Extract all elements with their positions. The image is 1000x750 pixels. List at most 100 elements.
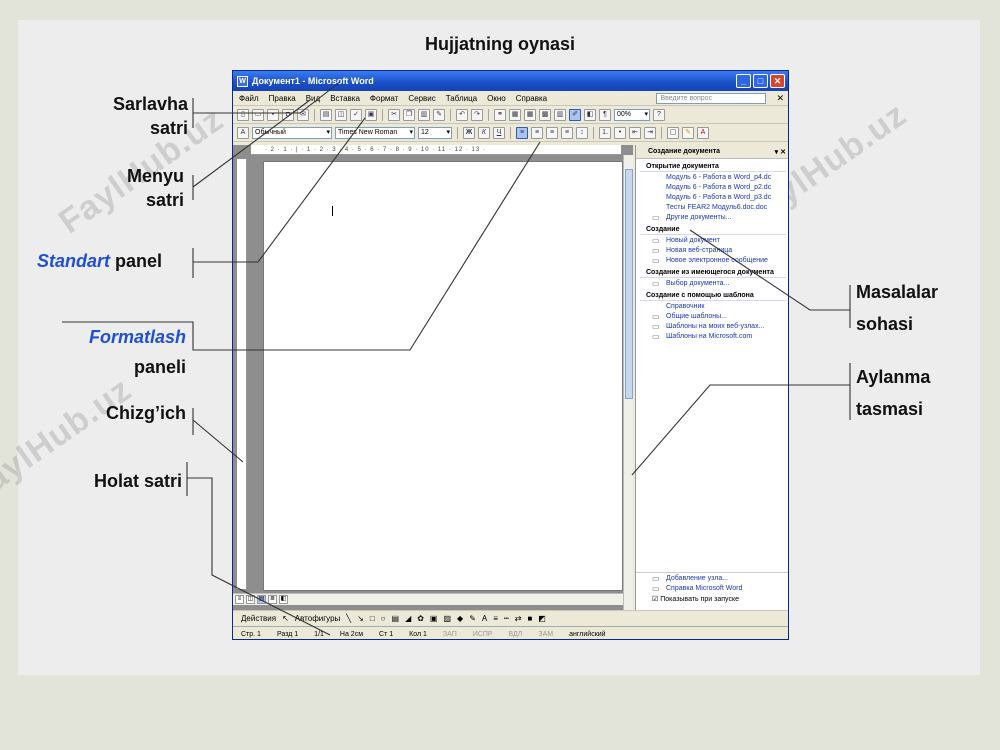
autoshapes-menu[interactable]: Автофигуры — [295, 614, 341, 623]
drawing-icon[interactable]: ✐ — [569, 108, 581, 121]
horizontal-scrollbar[interactable]: ≡ ◫ ▤ ≣ ◧ — [233, 593, 623, 605]
choose-doc-link[interactable]: Выбор документа... — [636, 278, 788, 288]
highlight-icon[interactable]: ✎ — [682, 126, 694, 139]
numbering-icon[interactable]: ⒈ — [599, 126, 611, 139]
tables-borders-icon[interactable]: ▦ — [509, 108, 521, 121]
open-icon[interactable]: ▭ — [252, 108, 264, 121]
wordart-icon[interactable]: ◢ — [405, 614, 411, 623]
bold-icon[interactable]: Ж — [463, 126, 475, 139]
menu-file[interactable]: Файл — [239, 94, 259, 103]
align-right-icon[interactable]: ≡ — [546, 126, 558, 139]
line-color-icon[interactable]: ✎ — [469, 614, 476, 623]
zoom-select[interactable]: 00% — [614, 108, 650, 121]
borders-icon[interactable]: ▢ — [667, 126, 679, 139]
help-icon[interactable]: ? — [653, 108, 665, 121]
increase-indent-icon[interactable]: ⇥ — [644, 126, 656, 139]
status-overtype[interactable]: ЗАМ — [530, 631, 561, 638]
print-preview-icon[interactable]: ◫ — [335, 108, 347, 121]
new-email-link[interactable]: Новое электронное сообщение — [636, 255, 788, 265]
vertical-scrollbar[interactable] — [623, 155, 633, 610]
insert-excel-icon[interactable]: ▩ — [539, 108, 551, 121]
oval-icon[interactable]: ○ — [381, 614, 386, 623]
minimize-button[interactable]: _ — [736, 74, 751, 88]
menu-insert[interactable]: Вставка — [330, 94, 360, 103]
show-hide-icon[interactable]: ¶ — [599, 108, 611, 121]
line-icon[interactable]: ╲ — [346, 614, 351, 623]
fill-color-icon[interactable]: ◆ — [457, 614, 463, 623]
shadow-icon[interactable]: ■ — [527, 614, 532, 623]
new-doc-icon[interactable]: ▯ — [237, 108, 249, 121]
close-button[interactable]: ✕ — [770, 74, 785, 88]
redo-icon[interactable]: ↷ — [471, 108, 483, 121]
menu-help[interactable]: Справка — [516, 94, 547, 103]
menu-table[interactable]: Таблица — [446, 94, 477, 103]
3d-icon[interactable]: ◩ — [538, 614, 546, 623]
pointer-icon[interactable]: ↖ — [282, 614, 289, 623]
picture-icon[interactable]: ▨ — [443, 614, 451, 623]
reading-view-icon[interactable]: ◧ — [279, 595, 288, 604]
italic-icon[interactable]: К — [478, 126, 490, 139]
scroll-thumb[interactable] — [625, 169, 633, 399]
maximize-button[interactable]: □ — [753, 74, 768, 88]
menu-view[interactable]: Вид — [306, 94, 320, 103]
show-at-startup-checkbox[interactable]: ☑ Показывать при запуске — [636, 593, 788, 604]
close-doc-icon[interactable]: ✕ — [776, 93, 784, 104]
clipart-icon[interactable]: ▣ — [430, 614, 438, 623]
status-extend[interactable]: ВДЛ — [501, 631, 531, 638]
font-color-icon[interactable]: A — [697, 126, 709, 139]
template-link[interactable]: Шаблоны на Microsoft.com — [636, 331, 788, 341]
template-link[interactable]: Общие шаблоны... — [636, 311, 788, 321]
document-map-icon[interactable]: ◧ — [584, 108, 596, 121]
underline-icon[interactable]: Ч — [493, 126, 505, 139]
dash-style-icon[interactable]: ┅ — [504, 614, 509, 623]
status-track[interactable]: ИСПР — [465, 631, 501, 638]
recent-doc-link[interactable]: Тесты FEAR2 Модуль6.doc.doc — [636, 202, 788, 212]
menu-window[interactable]: Окно — [487, 94, 506, 103]
line-spacing-icon[interactable]: ↕ — [576, 126, 588, 139]
insert-table-icon[interactable]: ▦ — [524, 108, 536, 121]
arrow-icon[interactable]: ↘ — [357, 614, 364, 623]
document-page[interactable] — [263, 161, 623, 591]
add-site-link[interactable]: Добавление узла... — [636, 573, 788, 583]
draw-actions-menu[interactable]: Действия — [241, 614, 276, 623]
print-icon[interactable]: ▤ — [320, 108, 332, 121]
new-webpage-link[interactable]: Новая веб-страница — [636, 245, 788, 255]
menu-tools[interactable]: Сервис — [408, 94, 435, 103]
align-left-icon[interactable]: ≡ — [516, 126, 528, 139]
format-painter-icon[interactable]: ✎ — [433, 108, 445, 121]
font-select[interactable]: Times New Roman — [335, 126, 415, 139]
rectangle-icon[interactable]: □ — [370, 614, 375, 623]
outline-view-icon[interactable]: ≣ — [268, 595, 277, 604]
font-color-draw-icon[interactable]: A — [482, 614, 487, 623]
template-link[interactable]: Справочник — [636, 301, 788, 311]
recent-doc-link[interactable]: Модуль 6 - Работа в Word_p2.dc — [636, 182, 788, 192]
hyperlink-icon[interactable]: ⚭ — [494, 108, 506, 121]
help-search-input[interactable]: Введите вопрос — [656, 92, 767, 104]
print-layout-icon[interactable]: ▤ — [257, 595, 266, 604]
bullets-icon[interactable]: • — [614, 126, 626, 139]
undo-icon[interactable]: ↶ — [456, 108, 468, 121]
web-view-icon[interactable]: ◫ — [246, 595, 255, 604]
menu-format[interactable]: Формат — [370, 94, 398, 103]
task-pane-close-icon[interactable]: ▾ ✕ — [775, 148, 786, 156]
vertical-ruler[interactable] — [237, 159, 247, 589]
email-icon[interactable]: ✉ — [297, 108, 309, 121]
textbox-icon[interactable]: ▤ — [392, 614, 400, 623]
paste-icon[interactable]: ▥ — [418, 108, 430, 121]
copy-icon[interactable]: ❐ — [403, 108, 415, 121]
new-doc-link[interactable]: Новый документ — [636, 235, 788, 245]
horizontal-ruler[interactable]: · 2 · 1 · | · 1 · 2 · 3 · 4 · 5 · 6 · 7 … — [251, 145, 621, 155]
decrease-indent-icon[interactable]: ⇤ — [629, 126, 641, 139]
template-link[interactable]: Шаблоны на моих веб-узлах... — [636, 321, 788, 331]
style-select[interactable]: Обычный — [252, 126, 332, 139]
styles-icon[interactable]: A — [237, 126, 249, 139]
arrow-style-icon[interactable]: ⇄ — [515, 614, 522, 623]
diagram-icon[interactable]: ✿ — [417, 614, 424, 623]
recent-doc-link[interactable]: Модуль 6 - Работа в Word_p3.dc — [636, 192, 788, 202]
menu-edit[interactable]: Правка — [269, 94, 296, 103]
status-rec[interactable]: ЗАП — [435, 631, 465, 638]
word-help-link[interactable]: Справка Microsoft Word — [636, 583, 788, 593]
other-docs-link[interactable]: Другие документы... — [636, 212, 788, 222]
line-style-icon[interactable]: ≡ — [493, 614, 498, 623]
align-center-icon[interactable]: ≡ — [531, 126, 543, 139]
